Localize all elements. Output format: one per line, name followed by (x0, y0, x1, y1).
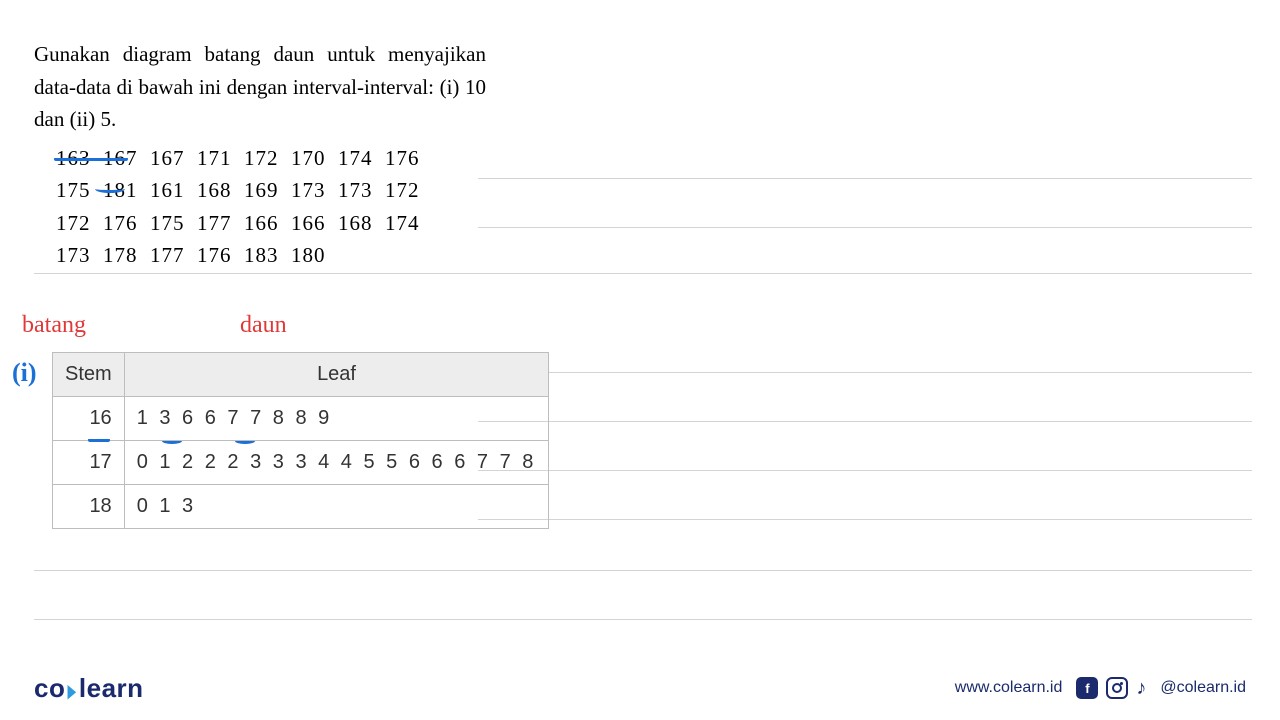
underline-arc-icon (95, 185, 125, 193)
ruled-lines (478, 0, 1252, 600)
annotation-daun: daun (240, 312, 287, 339)
underline-arc-icon (162, 438, 182, 444)
underline-arc-icon (235, 438, 255, 444)
stem-cell: 18 (53, 485, 125, 529)
annotation-part-i: (i) (12, 358, 37, 388)
ruled-line (34, 619, 1252, 620)
logo-separator-icon: ▸ (68, 675, 76, 706)
leaf-cell: 0 1 2 2 2 3 3 3 4 4 5 5 6 6 6 7 7 8 (124, 441, 549, 485)
footer: co▸learn www.colearn.id f ♪ @colearn.id (0, 656, 1280, 720)
leaf-cell: 0 1 3 (124, 485, 549, 529)
table-row: 17 0 1 2 2 2 3 3 3 4 4 5 5 6 6 6 7 7 8 (53, 441, 549, 485)
underline-mark-icon (54, 157, 128, 161)
data-row: 172 176 175 177 166 166 168 174 (56, 207, 486, 240)
annotation-batang: batang (22, 312, 86, 339)
data-values: 163 167 167 171 172 170 174 176 175 181 … (34, 142, 486, 272)
ruled-line (34, 273, 1252, 274)
website-link[interactable]: www.colearn.id (955, 679, 1063, 697)
facebook-icon[interactable]: f (1076, 677, 1098, 699)
social-icons: f ♪ (1076, 677, 1146, 700)
question-text: Gunakan diagram batang daun untuk me­nya… (34, 38, 486, 136)
logo-part-b: learn (79, 673, 144, 703)
stem-header: Stem (53, 353, 125, 397)
leaf-header: Leaf (124, 353, 549, 397)
leaf-cell: 1 3 6 6 7 7 8 8 9 (124, 397, 549, 441)
logo: co▸learn (34, 673, 144, 704)
social-handle: @colearn.id (1160, 679, 1246, 697)
stem-cell: 17 (53, 441, 125, 485)
tiktok-icon[interactable]: ♪ (1136, 677, 1146, 700)
footer-right: www.colearn.id f ♪ @colearn.id (955, 677, 1246, 700)
instagram-icon[interactable] (1106, 677, 1128, 699)
logo-part-a: co (34, 673, 65, 703)
stem-cell: 16 (53, 397, 125, 441)
data-row: 173 178 177 176 183 180 (56, 239, 486, 272)
underline-mark-icon (88, 438, 110, 442)
table-row: 18 0 1 3 (53, 485, 549, 529)
ruled-line (34, 570, 1252, 571)
table-row: 16 1 3 6 6 7 7 8 8 9 (53, 397, 549, 441)
stem-leaf-table: Stem Leaf 16 1 3 6 6 7 7 8 8 9 17 0 1 2 … (52, 352, 549, 529)
